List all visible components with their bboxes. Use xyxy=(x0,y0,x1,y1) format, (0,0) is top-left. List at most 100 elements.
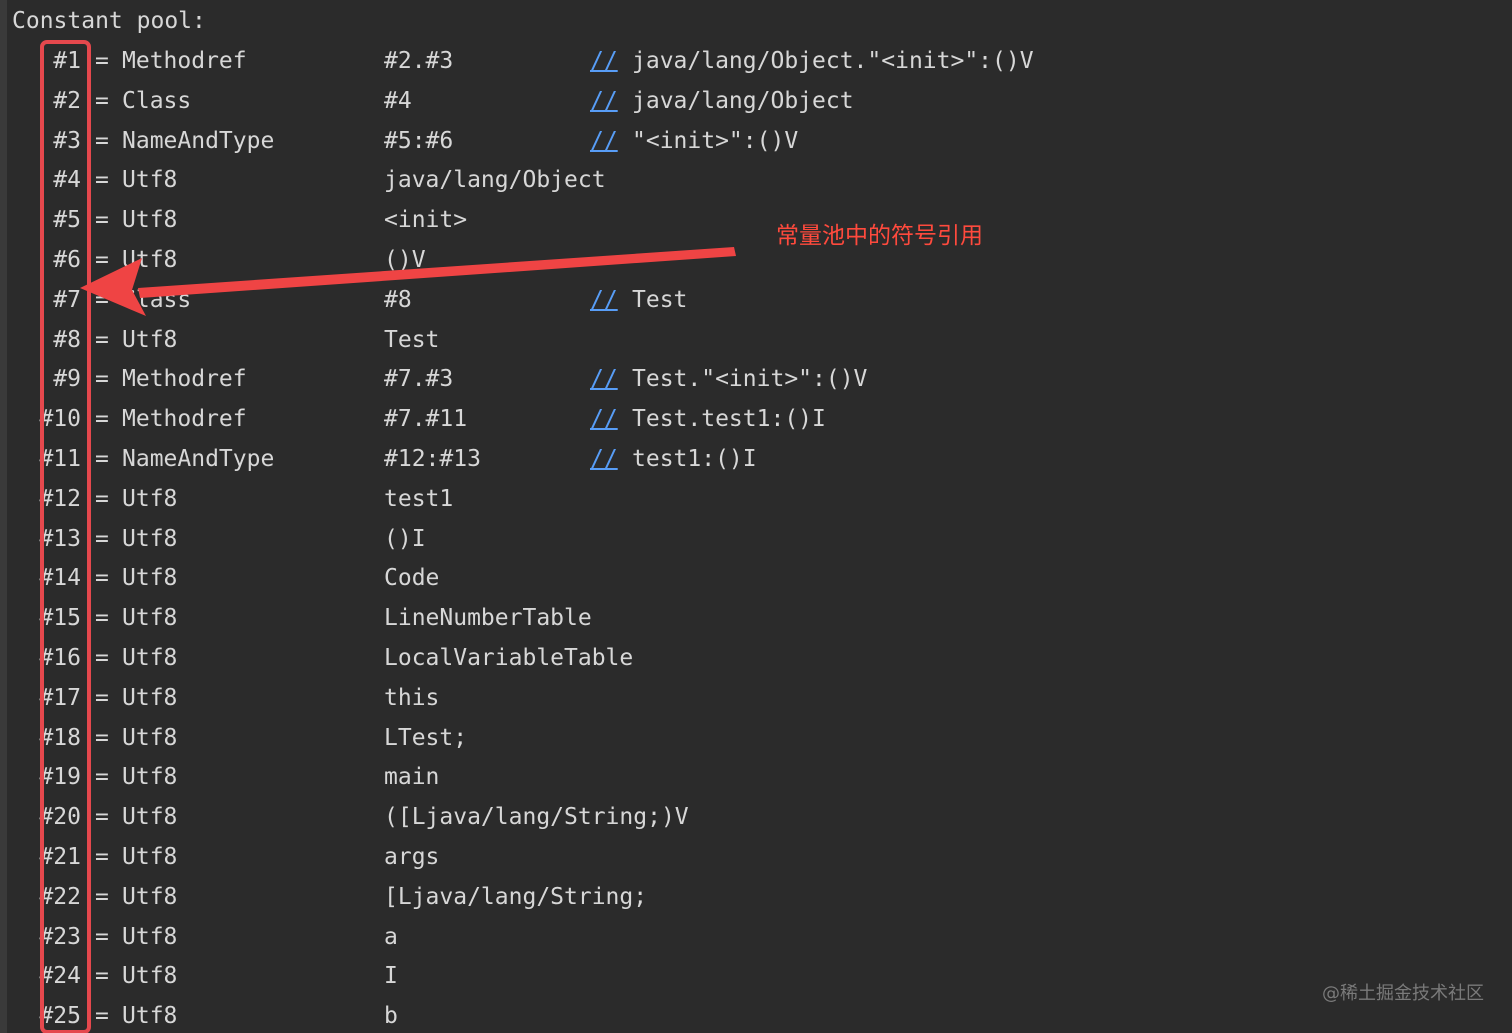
entry-type: NameAndType xyxy=(122,446,275,472)
entry-comment: Test xyxy=(632,286,688,313)
entry-equals: = xyxy=(95,366,109,393)
entry-reference: LineNumberTable xyxy=(384,605,592,632)
entry-type: Utf8 xyxy=(122,525,178,552)
constant-pool-entry: #9 = Methodref #7.#3//Test."<init>":()V xyxy=(0,364,1512,394)
entry-type: Utf8 xyxy=(122,883,178,910)
entry-reference: LTest; xyxy=(384,724,468,751)
entry-reference: [Ljava/lang/String; xyxy=(384,883,648,910)
entry-equals: = xyxy=(95,406,109,433)
entry-type: Utf8 xyxy=(122,724,178,751)
entry-reference: Code xyxy=(384,565,440,592)
entry-equals: = xyxy=(95,247,109,273)
entry-type: Utf8 xyxy=(122,645,178,671)
entry-equals: = xyxy=(95,684,109,711)
entry-reference: test1 xyxy=(384,485,454,512)
constant-pool-entry: #13 = Utf8 ()I xyxy=(0,524,1512,554)
entry-reference: main xyxy=(384,764,440,791)
entry-type: Methodref xyxy=(122,48,247,74)
entry-equals: = xyxy=(95,326,109,353)
entry-comment-marker: // xyxy=(590,87,618,114)
entry-type: Methodref xyxy=(122,366,247,393)
entry-reference: #5:#6 xyxy=(384,127,454,154)
constant-pool-entry: #11 = NameAndType #12:#13//test1:()I xyxy=(0,444,1512,474)
entry-comment-marker: // xyxy=(590,446,618,472)
entry-reference: ()I xyxy=(384,525,426,552)
constant-pool-entry: #23 = Utf8 a xyxy=(0,922,1512,952)
entry-equals: = xyxy=(95,605,109,632)
entry-reference: #12:#13 xyxy=(384,446,481,472)
entry-equals: = xyxy=(95,923,109,950)
entry-equals: = xyxy=(95,446,109,472)
constant-pool-entry: #10 = Methodref #7.#11//Test.test1:()I xyxy=(0,404,1512,434)
constant-pool-entry: #6 = Utf8 ()V xyxy=(0,245,1512,275)
entry-equals: = xyxy=(95,565,109,592)
entry-type: Utf8 xyxy=(122,804,178,831)
entry-equals: = xyxy=(95,645,109,671)
entry-comment-marker: // xyxy=(590,127,618,154)
terminal-output[interactable]: Constant pool: #1 = Methodref #2.#3//java/l… xyxy=(0,0,1512,1033)
entry-reference: args xyxy=(384,844,440,870)
constant-pool-entry: #17 = Utf8 this xyxy=(0,683,1512,713)
entry-comment-marker: // xyxy=(590,286,618,313)
constant-pool-entry: #15 = Utf8 LineNumberTable xyxy=(0,603,1512,633)
entry-equals: = xyxy=(95,485,109,512)
entry-reference: #4 xyxy=(384,87,412,114)
entry-comment: test1:()I xyxy=(632,446,757,472)
entry-type: Utf8 xyxy=(122,565,178,592)
constant-pool-entry: #5 = Utf8 <init> xyxy=(0,205,1512,235)
entry-comment: java/lang/Object."<init>":()V xyxy=(632,48,1034,74)
entry-type: NameAndType xyxy=(122,127,275,154)
constant-pool-entry: #18 = Utf8 LTest; xyxy=(0,723,1512,753)
entry-comment: Test.test1:()I xyxy=(632,406,826,433)
entry-type: Utf8 xyxy=(122,844,178,870)
entry-equals: = xyxy=(95,207,109,234)
constant-pool-entry: #24 = Utf8 I xyxy=(0,961,1512,991)
entry-reference: I xyxy=(384,963,398,990)
entry-type: Utf8 xyxy=(122,684,178,711)
entry-type: Utf8 xyxy=(122,485,178,512)
constant-pool-entry: #7 = Class #8//Test xyxy=(0,285,1512,315)
entry-comment-marker: // xyxy=(590,48,618,74)
entry-type: Utf8 xyxy=(122,247,178,273)
entry-equals: = xyxy=(95,764,109,791)
entry-equals: = xyxy=(95,167,109,194)
constant-pool-entry: #25 = Utf8 b xyxy=(0,1001,1512,1031)
entry-type: Utf8 xyxy=(122,326,178,353)
entry-comment: Test."<init>":()V xyxy=(632,366,868,393)
entry-type: Utf8 xyxy=(122,207,178,234)
constant-pool-entry: #8 = Utf8 Test xyxy=(0,325,1512,355)
entry-type: Utf8 xyxy=(122,764,178,791)
entry-type: Methodref xyxy=(122,406,247,433)
constant-pool-entry: #2 = Class #4//java/lang/Object xyxy=(0,86,1512,116)
entry-type: Class xyxy=(122,286,192,313)
entry-reference: Test xyxy=(384,326,440,353)
constant-pool-entry: #1 = Methodref #2.#3//java/lang/Object."<in… xyxy=(0,46,1512,76)
entry-comment-marker: // xyxy=(590,406,618,433)
entry-type: Class xyxy=(122,87,192,114)
entry-reference: #7.#3 xyxy=(384,366,454,393)
entry-reference: #8 xyxy=(384,286,412,313)
entry-reference: a xyxy=(384,923,398,950)
entry-equals: = xyxy=(95,286,109,313)
constant-pool-entry: #12 = Utf8 test1 xyxy=(0,484,1512,514)
entry-reference: java/lang/Object xyxy=(384,167,606,194)
entry-equals: = xyxy=(95,525,109,552)
entry-type: Utf8 xyxy=(122,963,178,990)
entry-reference: #7.#11 xyxy=(384,406,468,433)
entry-type: Utf8 xyxy=(122,1003,178,1030)
annotation-text: 常量池中的符号引用 xyxy=(776,223,983,249)
entry-equals: = xyxy=(95,87,109,114)
constant-pool-entry: #3 = NameAndType #5:#6//"<init>":()V xyxy=(0,126,1512,156)
constant-pool-entry: #14 = Utf8 Code xyxy=(0,563,1512,593)
constant-pool-header: Constant pool: xyxy=(12,8,206,34)
entry-type: Utf8 xyxy=(122,605,178,632)
entry-equals: = xyxy=(95,804,109,831)
constant-pool-entry: #22 = Utf8 [Ljava/lang/String; xyxy=(0,882,1512,912)
entry-reference: b xyxy=(384,1003,398,1030)
entry-reference: #2.#3 xyxy=(384,48,454,74)
entry-equals: = xyxy=(95,127,109,154)
entry-comment: "<init>":()V xyxy=(632,127,799,154)
entry-reference: <init> xyxy=(384,207,468,234)
constant-pool-entry: #4 = Utf8 java/lang/Object xyxy=(0,165,1512,195)
constant-pool-entry: #21 = Utf8 args xyxy=(0,842,1512,872)
